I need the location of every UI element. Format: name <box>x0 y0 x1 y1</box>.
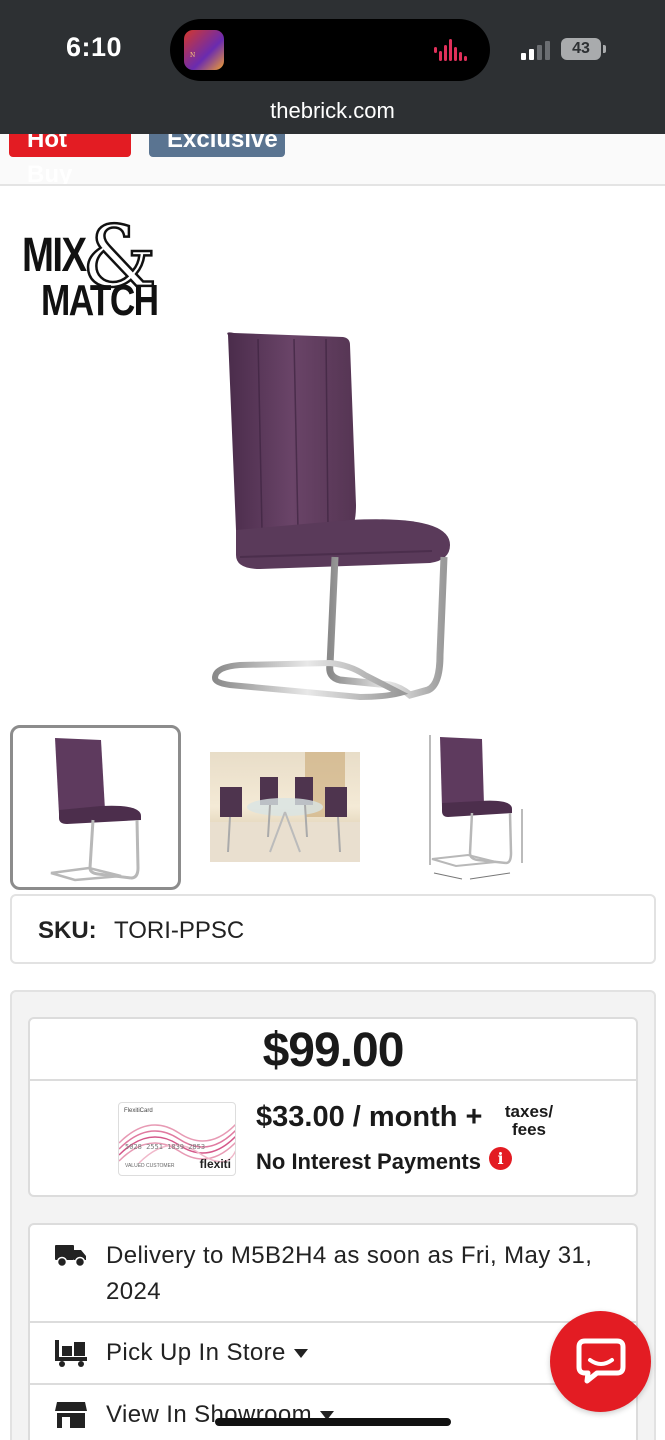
taxes-fees-note: taxes/ fees <box>500 1103 558 1139</box>
pickup-cart-icon <box>54 1338 90 1368</box>
home-indicator[interactable] <box>215 1418 451 1426</box>
app-icon: N <box>184 30 224 70</box>
hot-buy-badge: Hot Buy <box>9 134 131 184</box>
audio-wave-icon <box>434 39 470 61</box>
price-divider <box>30 1079 636 1081</box>
chat-icon <box>576 1338 626 1384</box>
dynamic-island[interactable]: N <box>170 19 490 81</box>
status-bar: 6:10 N 43 thebrick.com <box>0 0 665 134</box>
logo-match: MATCH <box>41 276 159 325</box>
truck-icon <box>54 1241 90 1271</box>
chevron-down-icon <box>293 1349 308 1359</box>
battery-tip <box>603 45 606 53</box>
chat-button[interactable] <box>550 1311 651 1412</box>
flexiti-card-holder: VALUED CUSTOMER <box>125 1163 175 1169</box>
no-interest-text: No Interest Payments <box>256 1149 481 1174</box>
monthly-payment: $33.00 / month + <box>256 1101 483 1133</box>
sku-value: TORI-PPSC <box>114 917 245 944</box>
battery-icon: 43 <box>561 38 601 60</box>
store-icon <box>54 1400 90 1430</box>
clock: 6:10 <box>66 32 123 62</box>
flexiti-card-label: FlexitiCard <box>124 1108 153 1114</box>
signal-icon <box>521 40 551 60</box>
exclusive-badge: Exclusive <box>149 134 285 157</box>
delivery-row[interactable]: Delivery to M5B2H4 as soon as Fri, May 3… <box>30 1225 636 1323</box>
sku-box: SKU: TORI-PPSC <box>10 894 656 964</box>
showroom-row[interactable]: View In Showroom <box>30 1385 636 1440</box>
pickup-row[interactable]: Pick Up In Store <box>30 1323 636 1385</box>
flexiti-brand: flexiti <box>199 1157 231 1171</box>
flexiti-card-image: FlexitiCard 5028 2551 1839 2853 VALUED C… <box>118 1102 236 1176</box>
fulfillment-card: Delivery to M5B2H4 as soon as Fri, May 3… <box>28 1223 638 1440</box>
showroom-text: View In Showroom <box>106 1397 335 1433</box>
thumbnail-chair-front[interactable] <box>10 725 181 890</box>
info-icon[interactable]: i <box>489 1147 512 1170</box>
logo-mix: MIX <box>22 229 87 282</box>
price-card: $99.00 FlexitiCard 5028 2551 1839 2853 V… <box>28 1017 638 1197</box>
badge-strip: Hot Buy Exclusive <box>0 134 665 186</box>
delivery-text: Delivery to M5B2H4 as soon as Fri, May 3… <box>106 1242 593 1305</box>
pickup-text: Pick Up In Store <box>106 1335 308 1371</box>
taxes-line: taxes/ <box>504 1102 554 1121</box>
address-bar-url[interactable]: thebrick.com <box>0 98 665 124</box>
product-price: $99.00 <box>262 1024 405 1077</box>
product-main-image[interactable] <box>200 325 470 715</box>
thumbnail-chair-dimensions[interactable] <box>418 725 530 890</box>
fees-line: fees <box>511 1120 547 1139</box>
battery-level: 43 <box>572 40 590 57</box>
thumbnail-dining-set[interactable] <box>210 752 360 862</box>
flexiti-card-number: 5028 2551 1839 2853 <box>125 1143 206 1151</box>
mix-and-match-logo: & MIX MATCH <box>22 207 162 325</box>
pickup-label: Pick Up In Store <box>106 1339 286 1366</box>
sku-label: SKU: <box>38 917 97 944</box>
